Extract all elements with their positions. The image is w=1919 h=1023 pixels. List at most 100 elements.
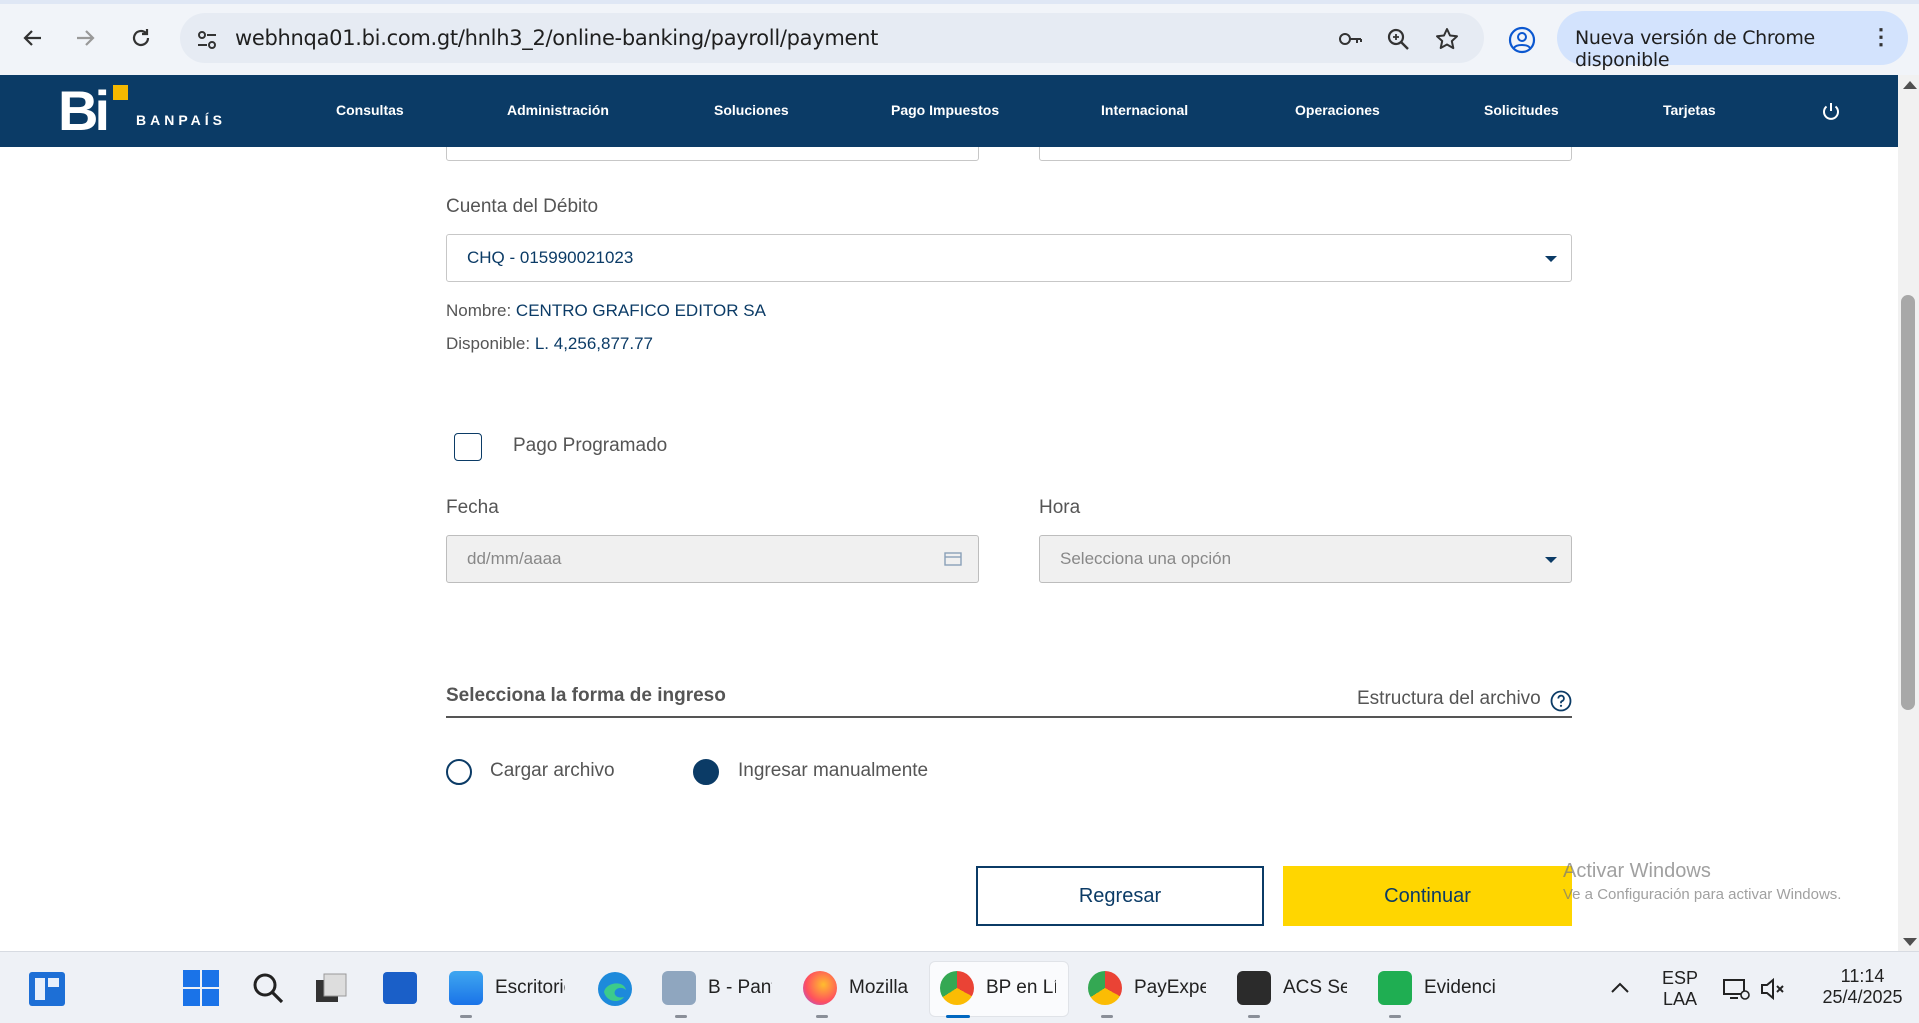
more-menu-icon[interactable]: ⋮ xyxy=(1870,24,1892,50)
time-placeholder: Selecciona una opción xyxy=(1060,549,1232,568)
reload-icon xyxy=(132,29,150,47)
taskbar-evidencia[interactable]: Evidencia xyxy=(1378,967,1498,1009)
prev-field-left[interactable] xyxy=(446,147,979,161)
arrow-right-icon xyxy=(77,30,95,46)
brand-name: BANPAÍS xyxy=(136,112,226,128)
manual-entry-label[interactable]: Ingresar manualmente xyxy=(738,760,928,782)
manual-entry-radio[interactable] xyxy=(693,759,719,785)
widgets-icon[interactable] xyxy=(29,972,65,1006)
nav-tarjetas[interactable]: Tarjetas xyxy=(1663,102,1716,118)
date-label: Fecha xyxy=(446,497,499,518)
bank-navbar: Bi BANPAÍS Consultas Administración Solu… xyxy=(0,75,1898,147)
nav-administracion[interactable]: Administración xyxy=(507,102,609,118)
logo-accent-square xyxy=(113,85,128,100)
reload-button[interactable] xyxy=(123,20,159,56)
banpais-logo[interactable]: Bi BANPAÍS xyxy=(58,81,238,143)
file-structure-link[interactable]: Estructura del archivo xyxy=(1357,688,1541,710)
task-view-icon[interactable] xyxy=(314,971,348,1005)
date-placeholder: dd/mm/aaaa xyxy=(467,549,562,568)
password-key-icon[interactable] xyxy=(1337,26,1363,52)
search-icon[interactable] xyxy=(251,971,285,1005)
taskbar-label: Mozilla xyxy=(849,977,909,998)
account-name-value: CENTRO GRAFICO EDITOR SA xyxy=(515,301,766,320)
taskbar-acs-ses[interactable]: ACS Ses xyxy=(1237,967,1352,1009)
section-divider xyxy=(446,716,1572,718)
account-name-label: Nombre: xyxy=(446,301,512,320)
date-input[interactable]: dd/mm/aaaa xyxy=(446,535,979,583)
profile-icon[interactable] xyxy=(1507,25,1537,55)
scheduled-payment-label[interactable]: Pago Programado xyxy=(513,435,667,457)
time-label: Hora xyxy=(1039,497,1081,518)
bookmark-star-icon[interactable] xyxy=(1434,26,1460,52)
start-windows-icon[interactable] xyxy=(182,969,220,1007)
tab-strip xyxy=(0,0,1919,4)
scroll-up-arrow[interactable] xyxy=(1903,81,1917,89)
taskbar-label: Escritorio xyxy=(495,977,565,998)
continue-button[interactable]: Continuar xyxy=(1283,866,1572,926)
logout-power-icon[interactable] xyxy=(1820,100,1842,122)
taskbar-bp-en-linea[interactable]: BP en Lír xyxy=(940,967,1065,1009)
taskbar-escritorio[interactable]: Escritorio xyxy=(449,967,569,1009)
nav-operaciones[interactable]: Operaciones xyxy=(1295,102,1380,118)
running-indicator xyxy=(816,1015,828,1018)
upload-file-label[interactable]: Cargar archivo xyxy=(490,760,615,782)
zoom-icon[interactable] xyxy=(1385,26,1411,52)
account-name-line: Nombre: CENTRO GRAFICO EDITOR SA xyxy=(446,301,766,321)
site-info-icon[interactable] xyxy=(194,27,220,53)
nav-pago-impuestos[interactable]: Pago Impuestos xyxy=(891,102,999,118)
scroll-down-arrow[interactable] xyxy=(1903,938,1917,946)
prev-field-right[interactable] xyxy=(1039,147,1572,161)
nav-internacional[interactable]: Internacional xyxy=(1101,102,1188,118)
taskbar-b-pant[interactable]: B - Pant xyxy=(662,967,780,1009)
nav-solicitudes[interactable]: Solicitudes xyxy=(1484,102,1559,118)
terminal-icon xyxy=(1237,971,1271,1005)
taskbar-payexpec[interactable]: PayExpec xyxy=(1088,967,1210,1009)
chevron-up-icon[interactable] xyxy=(1610,980,1630,994)
arrow-left-icon xyxy=(23,30,41,46)
debit-account-label: Cuenta del Débito xyxy=(446,196,599,217)
back-button[interactable]: Regresar xyxy=(976,866,1264,926)
scrollbar-thumb[interactable] xyxy=(1901,295,1915,710)
available-balance-line: Disponible: L. 4,256,877.77 xyxy=(446,334,653,354)
back-button[interactable] xyxy=(15,20,51,56)
spreadsheet-icon xyxy=(1378,971,1412,1005)
microsoft-store-icon[interactable] xyxy=(383,972,417,1004)
volume-muted-icon[interactable] xyxy=(1759,976,1787,1002)
firefox-icon xyxy=(803,971,837,1005)
chrome-update-button[interactable]: Nueva versión de Chrome disponible ⋮ xyxy=(1557,11,1908,71)
language-indicator[interactable]: ESP LAA xyxy=(1660,968,1700,1010)
help-circle-icon[interactable] xyxy=(1550,690,1572,712)
scheduled-payment-checkbox[interactable] xyxy=(454,433,482,461)
chrome-icon xyxy=(1088,971,1122,1005)
edge-browser-icon[interactable] xyxy=(596,970,634,1008)
running-indicator xyxy=(460,1015,472,1018)
chrome-icon xyxy=(940,971,974,1005)
address-bar[interactable]: webhnqa01.bi.com.gt/hnlh3_2/online-banki… xyxy=(180,13,1484,63)
chevron-down-icon xyxy=(1545,557,1557,563)
taskbar-mozilla[interactable]: Mozilla xyxy=(803,967,915,1009)
active-indicator xyxy=(946,1015,970,1018)
running-indicator xyxy=(1248,1015,1260,1018)
available-value: L. 4,256,877.77 xyxy=(534,334,654,353)
desktop-icon xyxy=(449,971,483,1005)
calendar-icon[interactable] xyxy=(944,551,962,567)
entry-method-title: Selecciona la forma de ingreso xyxy=(446,685,726,706)
windows-activation-title: Activar Windows xyxy=(1563,860,1711,882)
url-text[interactable]: webhnqa01.bi.com.gt/hnlh3_2/online-banki… xyxy=(235,26,878,50)
nav-consultas[interactable]: Consultas xyxy=(336,102,404,118)
time-select[interactable]: Selecciona una opción xyxy=(1039,535,1572,583)
taskbar-label: B - Pant xyxy=(708,977,772,998)
forward-button[interactable] xyxy=(67,20,103,56)
debit-account-select[interactable]: CHQ - 015990021023 xyxy=(446,234,1572,282)
taskbar-label: ACS Ses xyxy=(1283,977,1347,998)
clock[interactable]: 11:14 25/4/2025 xyxy=(1815,966,1910,1008)
available-label: Disponible: xyxy=(446,334,531,353)
network-icon[interactable] xyxy=(1722,976,1750,1002)
payment-form: Cuenta del Débito CHQ - 015990021023 Nom… xyxy=(0,147,1898,951)
update-label: Nueva versión de Chrome disponible xyxy=(1575,27,1815,71)
language-code: ESP xyxy=(1661,968,1699,988)
upload-file-radio[interactable] xyxy=(446,759,472,785)
debit-account-value: CHQ - 015990021023 xyxy=(467,248,634,267)
chevron-down-icon xyxy=(1545,256,1557,262)
nav-soluciones[interactable]: Soluciones xyxy=(714,102,789,118)
